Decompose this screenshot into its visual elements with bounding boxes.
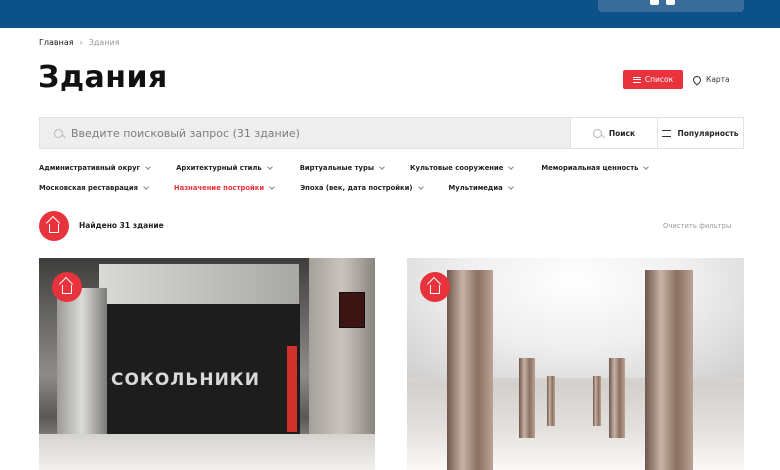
- filter-label: Виртуальные туры: [299, 164, 374, 172]
- filter-label: Московская реставрация: [39, 184, 138, 192]
- header-icon: [666, 0, 675, 5]
- house-icon: [49, 223, 59, 233]
- search-icon: [54, 128, 63, 138]
- chevron-down-icon: [145, 163, 151, 170]
- search-button[interactable]: Поиск: [570, 118, 657, 148]
- building-card[interactable]: СОКОЛЬНИКИ: [39, 258, 375, 470]
- breadcrumb-home-link[interactable]: Главная: [39, 38, 74, 47]
- filter-architecture-style[interactable]: Архитектурный стиль: [176, 163, 273, 172]
- station-sign-text: СОКОЛЬНИКИ: [111, 370, 260, 390]
- filter-era[interactable]: Эпоха (век, дата постройки): [300, 183, 424, 192]
- search-button-label: Поиск: [608, 128, 636, 138]
- search-input[interactable]: [71, 126, 551, 140]
- chevron-down-icon: [266, 163, 273, 170]
- filter-label: Культовые сооружение: [409, 164, 504, 172]
- filter-moscow-restoration[interactable]: Московская реставрация: [39, 183, 149, 192]
- filter-virtual-tours[interactable]: Виртуальные туры: [299, 163, 385, 172]
- search-field[interactable]: [40, 118, 570, 148]
- filter-label: Архитектурный стиль: [176, 164, 262, 172]
- results-count: Найдено 31 здание: [79, 221, 164, 230]
- filter-district[interactable]: Административный округ: [39, 163, 151, 172]
- filter-building-purpose[interactable]: Назначение постройки: [173, 183, 276, 192]
- sort-label: Популярность: [677, 128, 739, 138]
- map-view-button[interactable]: Карта: [691, 70, 730, 89]
- filters-row-2: Московская реставрация Назначение постро…: [39, 183, 514, 192]
- chevron-down-icon: [379, 163, 385, 170]
- breadcrumb-current: Здания: [88, 38, 120, 47]
- search-bar: Поиск Популярность: [39, 117, 744, 149]
- header-button[interactable]: [598, 0, 744, 12]
- filter-label: Эпоха (век, дата постройки): [300, 184, 413, 192]
- chevron-down-icon: [508, 163, 515, 170]
- site-header: [0, 0, 780, 28]
- filter-label: Назначение постройки: [173, 184, 265, 192]
- map-view-label: Карта: [706, 75, 730, 84]
- sort-button[interactable]: Популярность: [657, 118, 743, 148]
- filter-memorial-value[interactable]: Мемориальная ценность: [541, 163, 650, 172]
- header-icon: [650, 0, 659, 5]
- filters-row-1: Административный округ Архитектурный сти…: [39, 163, 650, 172]
- filter-religious-buildings[interactable]: Культовые сооружение: [409, 163, 515, 172]
- clear-filters-link[interactable]: Очистить фильтры: [663, 222, 731, 230]
- house-icon: [430, 284, 440, 294]
- list-view-button[interactable]: Список: [623, 70, 683, 89]
- chevron-down-icon: [143, 183, 149, 190]
- sliders-icon: [662, 129, 672, 137]
- results-badge: [39, 211, 69, 241]
- chevron-down-icon: [507, 183, 514, 190]
- breadcrumb-separator: ›: [79, 38, 83, 47]
- card-badge: [420, 272, 450, 302]
- card-badge: [52, 272, 82, 302]
- filter-label: Мультимедиа: [448, 184, 503, 192]
- filter-label: Административный округ: [39, 164, 141, 172]
- filter-label: Мемориальная ценность: [541, 164, 639, 172]
- chevron-down-icon: [269, 183, 276, 190]
- search-icon: [592, 128, 602, 138]
- hamburger-icon: [632, 76, 641, 83]
- filter-multimedia[interactable]: Мультимедиа: [448, 183, 514, 192]
- building-card[interactable]: [407, 258, 744, 470]
- list-view-label: Список: [644, 75, 674, 84]
- house-icon: [62, 284, 72, 294]
- page-title: Здания: [38, 60, 168, 95]
- breadcrumb: Главная › Здания: [39, 38, 120, 47]
- chevron-down-icon: [643, 163, 650, 170]
- chevron-down-icon: [417, 183, 424, 190]
- map-pin-icon: [691, 73, 703, 86]
